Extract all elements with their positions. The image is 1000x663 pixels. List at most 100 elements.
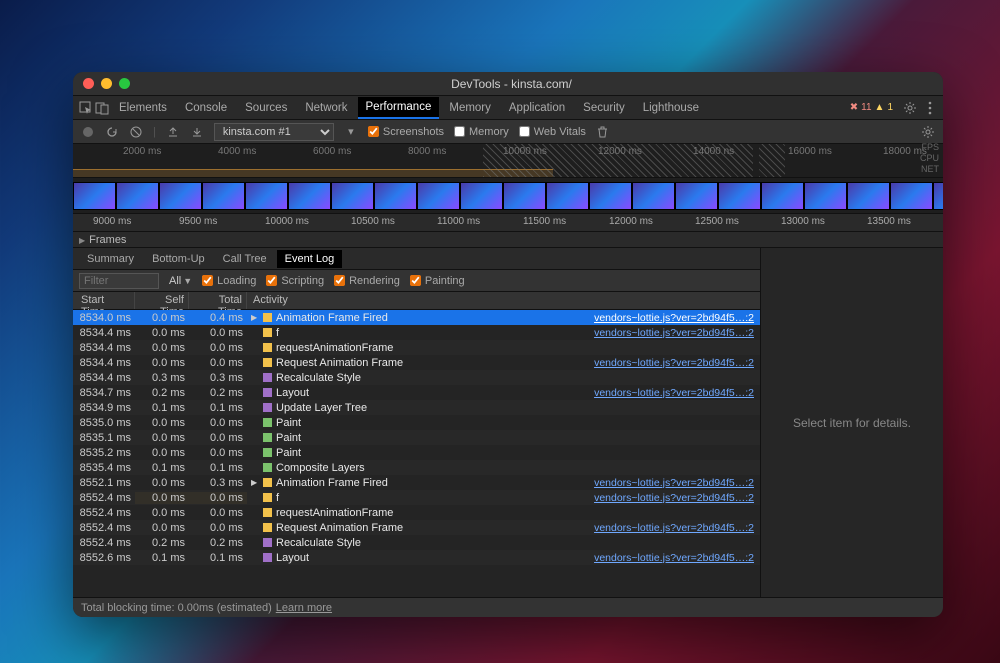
screenshot-thumb[interactable] xyxy=(288,182,331,210)
table-row[interactable]: 8534.4 ms0.0 ms0.0 msrequestAnimationFra… xyxy=(73,340,760,355)
more-menu-icon[interactable] xyxy=(923,101,937,115)
main-tab-bar: ElementsConsoleSourcesNetworkPerformance… xyxy=(73,96,943,120)
screenshot-thumb[interactable] xyxy=(460,182,503,210)
col-start-time[interactable]: Start Time xyxy=(73,292,135,309)
table-row[interactable]: 8534.4 ms0.3 ms0.3 msRecalculate Style xyxy=(73,370,760,385)
trash-icon[interactable] xyxy=(596,125,610,139)
screenshot-thumb[interactable] xyxy=(890,182,933,210)
upload-icon[interactable] xyxy=(166,125,180,139)
frames-row[interactable]: Frames xyxy=(73,232,943,248)
tab-elements[interactable]: Elements xyxy=(111,98,175,118)
learn-more-link[interactable]: Learn more xyxy=(276,602,332,614)
tab-console[interactable]: Console xyxy=(177,98,235,118)
screenshot-thumb[interactable] xyxy=(847,182,890,210)
minimize-button[interactable] xyxy=(101,78,112,89)
table-row[interactable]: 8534.4 ms0.0 ms0.0 msfvendors~lottie.js?… xyxy=(73,325,760,340)
table-row[interactable]: 8534.4 ms0.0 ms0.0 msRequest Animation F… xyxy=(73,355,760,370)
tab-security[interactable]: Security xyxy=(575,98,633,118)
details-pane: Select item for details. xyxy=(761,248,943,597)
screenshot-thumb[interactable] xyxy=(632,182,675,210)
detail-tab-summary[interactable]: Summary xyxy=(79,250,142,268)
screenshot-thumb[interactable] xyxy=(546,182,589,210)
table-row[interactable]: 8552.4 ms0.0 ms0.0 msfvendors~lottie.js?… xyxy=(73,490,760,505)
tab-memory[interactable]: Memory xyxy=(441,98,499,118)
table-row[interactable]: 8552.4 ms0.0 ms0.0 msrequestAnimationFra… xyxy=(73,505,760,520)
expand-frames-icon[interactable] xyxy=(79,234,85,246)
table-row[interactable]: 8552.4 ms0.0 ms0.0 msRequest Animation F… xyxy=(73,520,760,535)
settings-gear-icon[interactable] xyxy=(903,101,917,115)
download-icon[interactable] xyxy=(190,125,204,139)
screenshot-thumb[interactable] xyxy=(116,182,159,210)
table-row[interactable]: 8534.0 ms0.0 ms0.4 ms▶Animation Frame Fi… xyxy=(73,310,760,325)
event-log-table[interactable]: 8534.0 ms0.0 ms0.4 ms▶Animation Frame Fi… xyxy=(73,310,760,597)
tab-lighthouse[interactable]: Lighthouse xyxy=(635,98,707,118)
devtools-window: DevTools - kinsta.com/ ElementsConsoleSo… xyxy=(73,72,943,617)
screenshot-thumb[interactable] xyxy=(159,182,202,210)
inspect-icon[interactable] xyxy=(79,101,93,115)
screenshot-thumb[interactable] xyxy=(804,182,847,210)
clear-icon[interactable] xyxy=(129,125,143,139)
table-row[interactable]: 8534.7 ms0.2 ms0.2 msLayoutvendors~lotti… xyxy=(73,385,760,400)
screenshot-thumb[interactable] xyxy=(374,182,417,210)
timeline-tick: 2000 ms xyxy=(123,146,161,157)
reload-icon[interactable] xyxy=(105,125,119,139)
screenshot-thumb[interactable] xyxy=(202,182,245,210)
cpu-label: CPU xyxy=(920,153,939,164)
overview-timeline[interactable]: 2000 ms4000 ms6000 ms8000 ms10000 ms1200… xyxy=(73,144,943,178)
category-all[interactable]: All xyxy=(169,275,181,287)
screenshot-thumb[interactable] xyxy=(245,182,288,210)
detail-tab-call-tree[interactable]: Call Tree xyxy=(215,250,275,268)
filter-input[interactable] xyxy=(79,273,159,289)
col-activity[interactable]: Activity xyxy=(247,292,760,309)
device-toggle-icon[interactable] xyxy=(95,101,109,115)
tab-sources[interactable]: Sources xyxy=(237,98,295,118)
error-count-badge[interactable]: ✖11 ▲1 xyxy=(846,101,897,114)
filter-loading[interactable]: Loading xyxy=(202,275,256,287)
table-row[interactable]: 8535.0 ms0.0 ms0.0 msPaint xyxy=(73,415,760,430)
col-self-time[interactable]: Self Time xyxy=(135,292,189,309)
record-icon[interactable] xyxy=(81,125,95,139)
close-button[interactable] xyxy=(83,78,94,89)
filter-scripting[interactable]: Scripting xyxy=(266,275,324,287)
table-row[interactable]: 8552.1 ms0.0 ms0.3 ms▶Animation Frame Fi… xyxy=(73,475,760,490)
screenshots-strip[interactable] xyxy=(73,178,943,214)
check-memory[interactable]: Memory xyxy=(454,126,509,138)
filter-painting[interactable]: Painting xyxy=(410,275,465,287)
table-row[interactable]: 8552.4 ms0.2 ms0.2 msRecalculate Style xyxy=(73,535,760,550)
time-ruler[interactable]: 9000 ms9500 ms10000 ms10500 ms11000 ms11… xyxy=(73,214,943,232)
screenshot-thumb[interactable] xyxy=(675,182,718,210)
timeline-tick: 8000 ms xyxy=(408,146,446,157)
check-screenshots[interactable]: Screenshots xyxy=(368,126,444,138)
screenshot-thumb[interactable] xyxy=(761,182,804,210)
titlebar: DevTools - kinsta.com/ xyxy=(73,72,943,96)
tab-application[interactable]: Application xyxy=(501,98,573,118)
details-placeholder: Select item for details. xyxy=(793,416,911,430)
screenshot-thumb[interactable] xyxy=(718,182,761,210)
screenshot-thumb[interactable] xyxy=(933,182,943,210)
tab-network[interactable]: Network xyxy=(297,98,355,118)
table-row[interactable]: 8535.4 ms0.1 ms0.1 msComposite Layers xyxy=(73,460,760,475)
dropdown-arrow-icon[interactable]: ▼ xyxy=(183,276,192,286)
filter-rendering[interactable]: Rendering xyxy=(334,275,400,287)
screenshot-thumb[interactable] xyxy=(73,182,116,210)
screenshot-thumb[interactable] xyxy=(417,182,460,210)
dropdown-arrow-icon: ▾ xyxy=(344,125,358,139)
timeline-tick: 16000 ms xyxy=(788,146,832,157)
detail-tab-event-log[interactable]: Event Log xyxy=(277,250,343,268)
maximize-button[interactable] xyxy=(119,78,130,89)
capture-settings-gear-icon[interactable] xyxy=(921,125,935,139)
table-row[interactable]: 8552.6 ms0.1 ms0.1 msLayoutvendors~lotti… xyxy=(73,550,760,565)
screenshot-thumb[interactable] xyxy=(503,182,546,210)
check-web-vitals[interactable]: Web Vitals xyxy=(519,126,586,138)
screenshot-thumb[interactable] xyxy=(589,182,632,210)
tab-performance[interactable]: Performance xyxy=(358,97,440,119)
recording-select[interactable]: kinsta.com #1 xyxy=(214,123,334,141)
ruler-tick: 9000 ms xyxy=(93,216,131,227)
table-row[interactable]: 8535.1 ms0.0 ms0.0 msPaint xyxy=(73,430,760,445)
screenshot-thumb[interactable] xyxy=(331,182,374,210)
detail-tab-bottom-up[interactable]: Bottom-Up xyxy=(144,250,213,268)
table-row[interactable]: 8535.2 ms0.0 ms0.0 msPaint xyxy=(73,445,760,460)
col-total-time[interactable]: Total Time xyxy=(189,292,247,309)
table-row[interactable]: 8534.9 ms0.1 ms0.1 msUpdate Layer Tree xyxy=(73,400,760,415)
frames-label: Frames xyxy=(89,234,126,246)
